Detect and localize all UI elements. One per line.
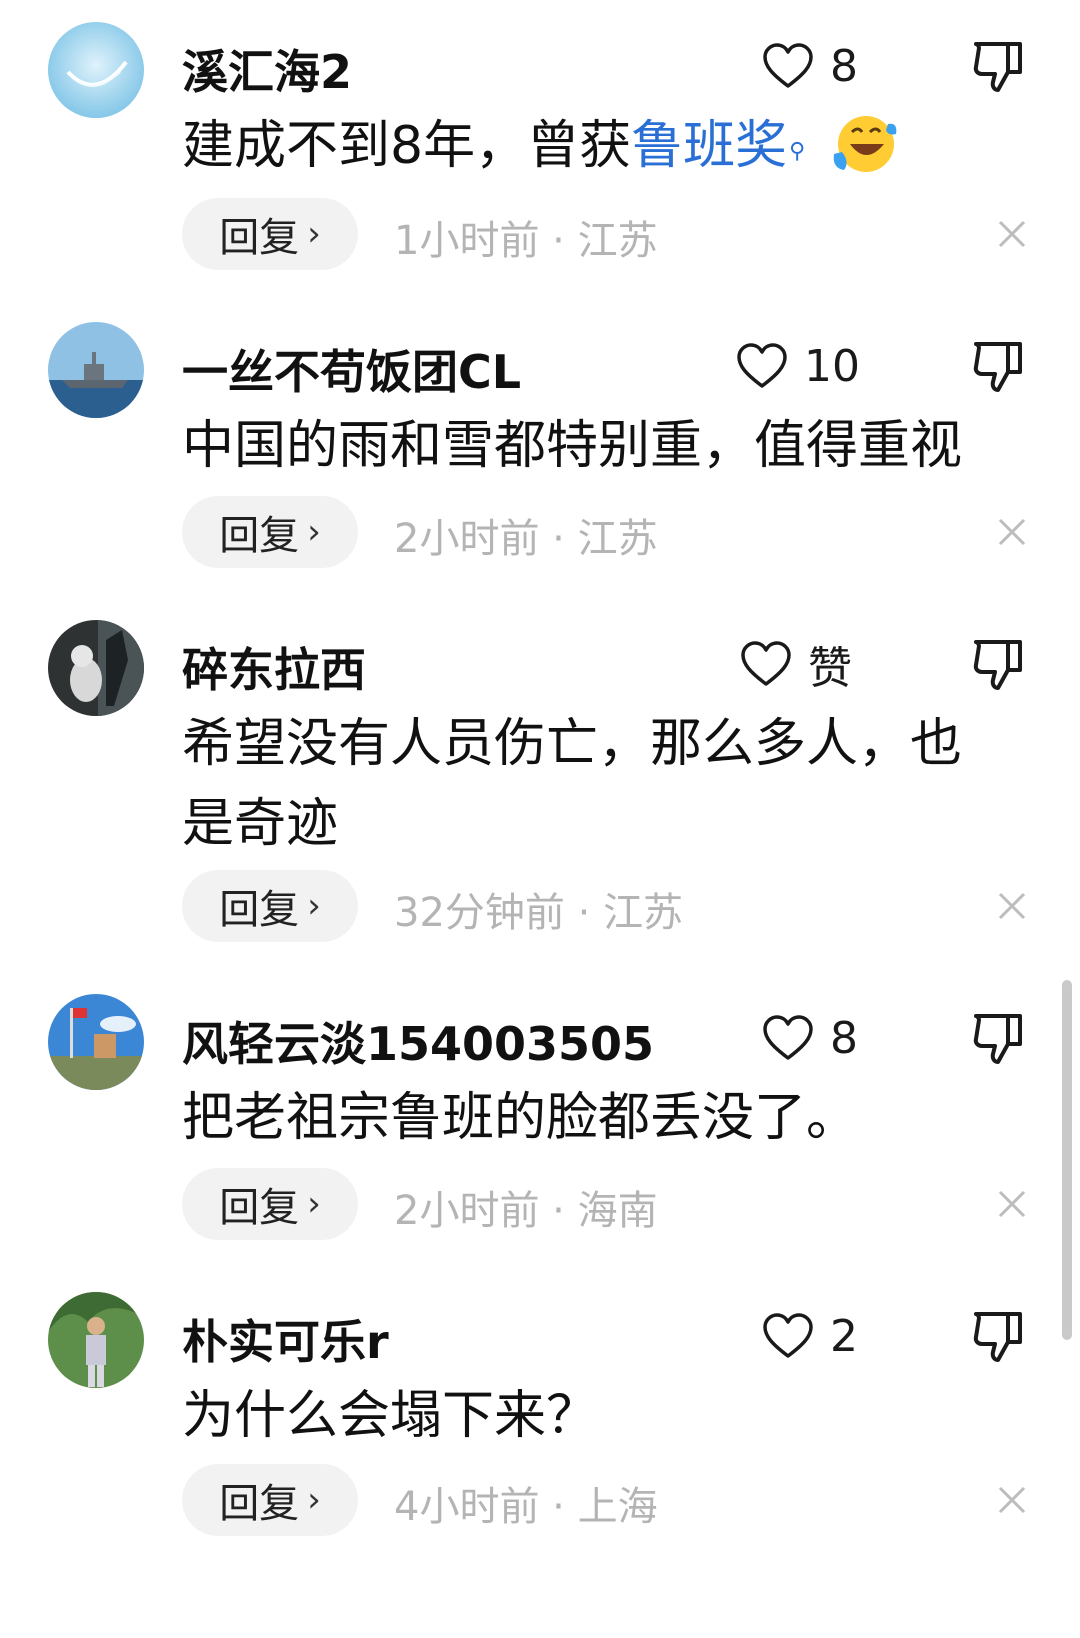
avatar[interactable] bbox=[48, 620, 144, 716]
like-count: 10 bbox=[804, 340, 860, 392]
thumbs-down-icon[interactable] bbox=[972, 338, 1026, 394]
avatar[interactable] bbox=[48, 994, 144, 1090]
timestamp-location: 32分钟前 · 江苏 bbox=[394, 890, 684, 936]
comment-meta: 回复 › 2小时前 · 江苏 bbox=[182, 496, 1042, 568]
comment-meta: 回复 › 32分钟前 · 江苏 bbox=[182, 870, 1042, 942]
avatar[interactable] bbox=[48, 22, 144, 118]
reply-button[interactable]: 回复 › bbox=[182, 870, 358, 942]
username[interactable]: 风轻云淡154003505 bbox=[182, 1008, 654, 1074]
close-icon[interactable] bbox=[992, 1480, 1032, 1520]
search-icon: ⚲ bbox=[789, 139, 806, 164]
like-button[interactable]: 10 bbox=[736, 336, 860, 396]
reply-button[interactable]: 回复 › bbox=[182, 198, 358, 270]
comment-text: 希望没有人员伤亡，那么多人，也是奇迹 bbox=[182, 714, 963, 854]
thumbs-down-icon[interactable] bbox=[972, 1010, 1026, 1066]
chevron-right-icon: › bbox=[307, 1184, 321, 1224]
like-button[interactable]: 8 bbox=[762, 1008, 858, 1068]
reply-button[interactable]: 回复 › bbox=[182, 1464, 358, 1536]
chevron-right-icon: › bbox=[307, 214, 321, 254]
heart-icon bbox=[737, 343, 787, 388]
timestamp-location: 2小时前 · 海南 bbox=[394, 1188, 658, 1234]
username[interactable]: 朴实可乐r bbox=[182, 1306, 389, 1372]
reply-button[interactable]: 回复 › bbox=[182, 496, 358, 568]
like-button[interactable]: 赞 bbox=[740, 634, 852, 694]
comment-text: 中国的雨和雪都特别重，值得重视 bbox=[182, 416, 963, 476]
comment-meta: 回复 › 4小时前 · 上海 bbox=[182, 1464, 1042, 1536]
timestamp-location: 1小时前 · 江苏 bbox=[394, 218, 658, 264]
heart-icon bbox=[763, 1015, 813, 1060]
like-count: 2 bbox=[830, 1310, 858, 1362]
like-count: 8 bbox=[830, 40, 858, 92]
timestamp-location: 2小时前 · 江苏 bbox=[394, 516, 658, 562]
comment-meta: 回复 › 2小时前 · 海南 bbox=[182, 1168, 1042, 1240]
thumbs-down-icon[interactable] bbox=[972, 636, 1026, 692]
avatar[interactable] bbox=[48, 1292, 144, 1388]
comment-text: 把老祖宗鲁班的脸都丢没了。 bbox=[182, 1088, 859, 1148]
chevron-right-icon: › bbox=[307, 512, 321, 552]
like-label: 赞 bbox=[808, 643, 852, 694]
close-icon[interactable] bbox=[992, 886, 1032, 926]
username[interactable]: 一丝不苟饭团CL bbox=[182, 336, 521, 402]
comment-text: 建成不到8年，曾获鲁班奖⚲ bbox=[182, 106, 1002, 186]
avatar[interactable] bbox=[48, 322, 144, 418]
chevron-right-icon: › bbox=[307, 886, 321, 926]
thumbs-down-icon[interactable] bbox=[972, 1308, 1026, 1364]
laughing-emoji-icon bbox=[833, 116, 897, 172]
close-icon[interactable] bbox=[992, 512, 1032, 552]
username[interactable]: 溪汇海2 bbox=[182, 36, 352, 102]
comment-meta: 回复 › 1小时前 · 江苏 bbox=[182, 198, 1042, 270]
heart-icon bbox=[741, 641, 791, 686]
heart-icon bbox=[763, 1313, 813, 1358]
like-button[interactable]: 2 bbox=[762, 1306, 858, 1366]
like-button[interactable]: 8 bbox=[762, 36, 858, 96]
close-icon[interactable] bbox=[992, 1184, 1032, 1224]
topic-link[interactable]: 鲁班奖 bbox=[631, 116, 787, 176]
like-count: 8 bbox=[830, 1012, 858, 1064]
chevron-right-icon: › bbox=[307, 1480, 321, 1520]
scrollbar[interactable] bbox=[1062, 980, 1072, 1340]
username[interactable]: 碎东拉西 bbox=[182, 634, 366, 700]
timestamp-location: 4小时前 · 上海 bbox=[394, 1484, 658, 1530]
heart-icon bbox=[763, 43, 813, 88]
reply-button[interactable]: 回复 › bbox=[182, 1168, 358, 1240]
comment-text: 为什么会塌下来？ bbox=[182, 1386, 599, 1446]
thumbs-down-icon[interactable] bbox=[972, 38, 1026, 94]
close-icon[interactable] bbox=[992, 214, 1032, 254]
